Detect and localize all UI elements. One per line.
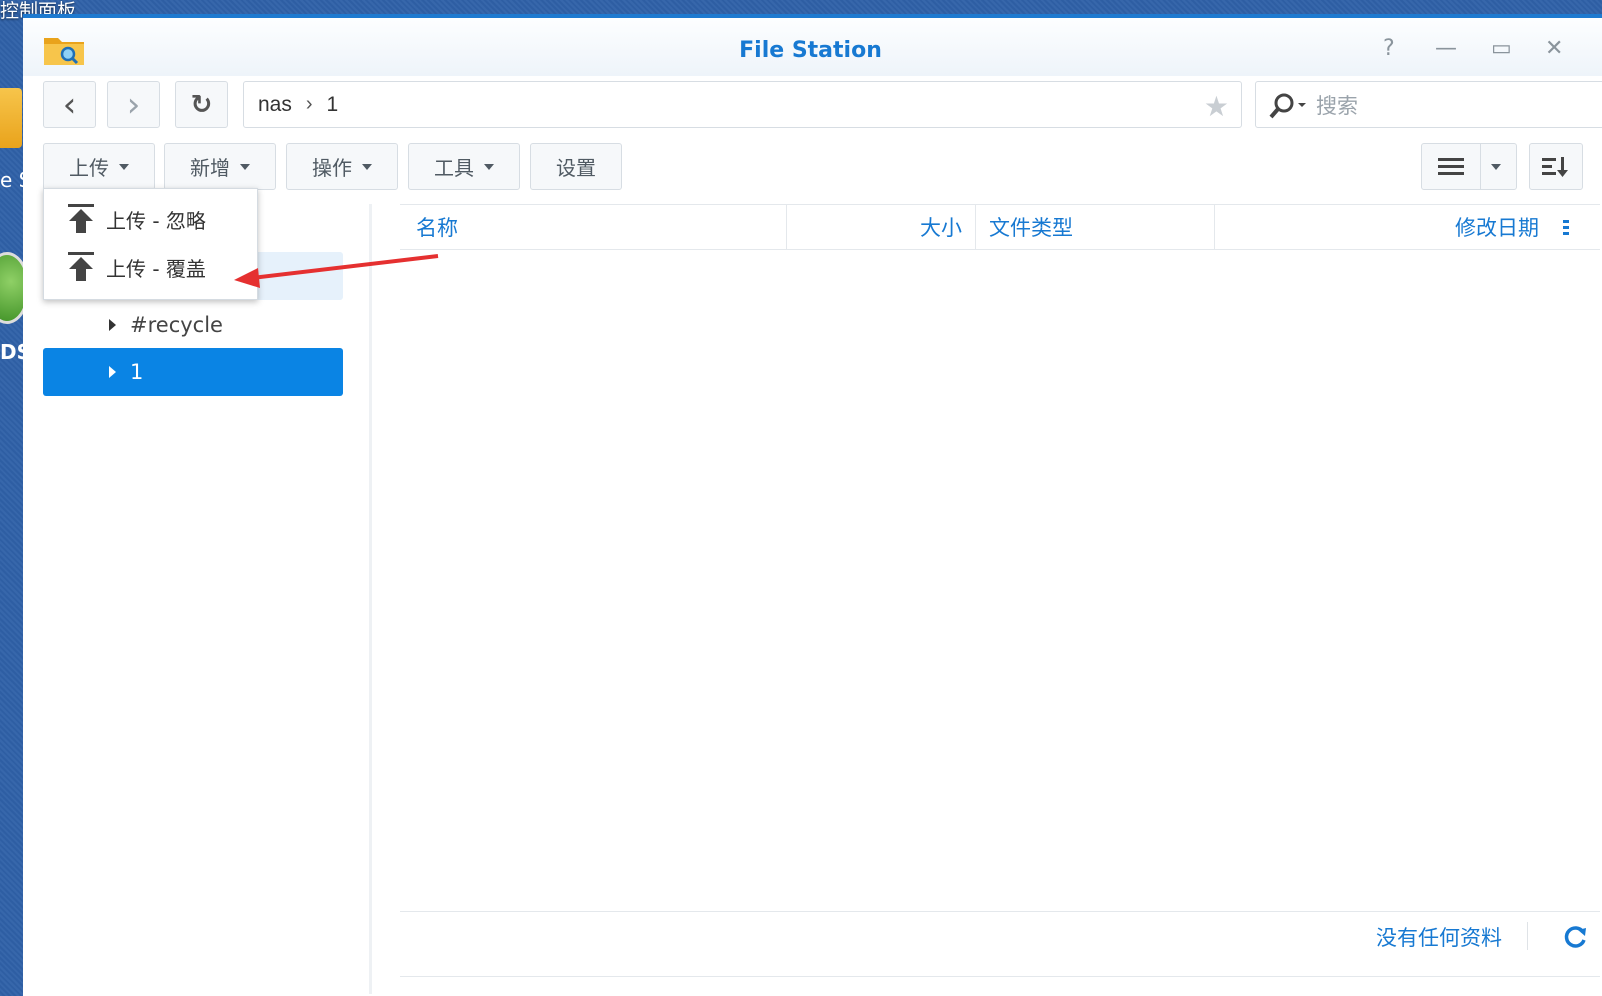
view-mode-divider [1479, 143, 1481, 190]
column-type[interactable]: 文件类型 [989, 205, 1073, 249]
caret-down-icon [484, 163, 494, 170]
menu-item-upload-skip[interactable]: 上传 - 忽略 [44, 195, 259, 243]
tools-button[interactable]: 工具 [408, 143, 520, 190]
refresh-icon: ↻ [190, 89, 213, 120]
caret-down-icon [362, 163, 372, 170]
close-icon[interactable]: ✕ [1545, 38, 1563, 60]
back-button[interactable]: ‹ [43, 81, 96, 128]
column-name[interactable]: 名称 [416, 205, 458, 249]
grid-footer: 没有任何资料 [400, 911, 1600, 961]
menu-item-label: 上传 - 覆盖 [106, 256, 206, 281]
minimize-icon[interactable]: — [1435, 38, 1457, 60]
sort-button[interactable] [1529, 143, 1583, 190]
tree-item-label: 1 [130, 360, 144, 384]
panel-divider[interactable] [369, 204, 372, 994]
column-menu-icon[interactable] [1563, 205, 1569, 249]
footer-divider [1527, 922, 1528, 950]
action-label: 操作 [312, 156, 352, 180]
upload-icon [68, 252, 94, 281]
path-separator-icon: › [305, 93, 313, 115]
maximize-icon[interactable]: ▭ [1491, 38, 1512, 60]
upload-dropdown-menu: 上传 - 忽略 上传 - 覆盖 [43, 188, 258, 300]
column-divider[interactable] [975, 205, 976, 249]
upload-label: 上传 [69, 156, 109, 180]
upload-icon [68, 204, 94, 233]
path-segment-current[interactable]: 1 [327, 93, 339, 117]
expand-triangle-icon[interactable] [109, 366, 116, 378]
path-segment-root[interactable]: nas [258, 93, 292, 117]
column-size[interactable]: 大小 [787, 205, 962, 249]
settings-button[interactable]: 设置 [530, 143, 622, 190]
create-label: 新增 [190, 156, 230, 180]
star-icon[interactable]: ★ [1204, 90, 1229, 123]
desktop-folder-icon[interactable] [0, 88, 22, 148]
menu-item-upload-overwrite[interactable]: 上传 - 覆盖 [44, 243, 259, 291]
chevron-right-icon: › [126, 84, 141, 125]
file-station-window: File Station ? — ▭ ✕ ‹ › ↻ nas › 1 ★ 搜索 … [23, 14, 1602, 996]
path-bar[interactable]: nas › 1 ★ [243, 81, 1242, 128]
chevron-left-icon: ‹ [62, 84, 77, 125]
column-modified[interactable]: 修改日期 [1215, 205, 1539, 249]
footer-bottom-line [400, 976, 1600, 977]
settings-label: 设置 [556, 156, 596, 180]
help-icon[interactable]: ? [1383, 38, 1395, 60]
refresh-button[interactable]: ↻ [175, 81, 228, 128]
grid-header: 名称 大小 文件类型 修改日期 [400, 204, 1600, 250]
tools-label: 工具 [434, 156, 474, 180]
search-input[interactable]: 搜索 [1255, 81, 1602, 128]
title-bar[interactable]: File Station ? — ▭ ✕ [23, 18, 1602, 76]
action-button[interactable]: 操作 [286, 143, 398, 190]
caret-down-icon [119, 163, 129, 170]
refresh-icon[interactable] [1562, 924, 1588, 950]
forward-button[interactable]: › [107, 81, 160, 128]
search-placeholder: 搜索 [1316, 93, 1358, 118]
caret-down-icon[interactable] [1490, 163, 1501, 170]
sort-icon [1542, 156, 1568, 177]
no-data-text: 没有任何资料 [1376, 926, 1502, 950]
menu-item-label: 上传 - 忽略 [106, 208, 206, 233]
window-title: File Station [739, 38, 882, 63]
tree-item-1[interactable]: 1 [43, 348, 343, 396]
upload-button[interactable]: 上传 [43, 143, 155, 190]
expand-triangle-icon[interactable] [109, 319, 116, 331]
create-button[interactable]: 新增 [164, 143, 276, 190]
view-mode-button[interactable] [1421, 143, 1517, 190]
search-icon[interactable] [1268, 91, 1306, 119]
tree-item-recycle[interactable]: #recycle [43, 301, 343, 349]
list-view-icon [1437, 157, 1464, 175]
tree-item-label: #recycle [130, 313, 223, 337]
caret-down-icon [240, 163, 250, 170]
